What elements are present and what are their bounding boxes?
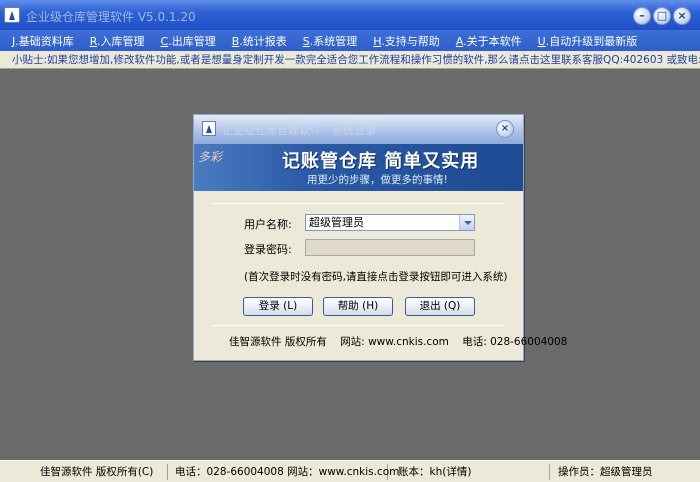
login-hint: (首次登录时没有密码,请直接点击登录按钮即可进入系统) [244, 271, 508, 283]
dialog-title: 企业级仓库管理软件 - 系统登录 [222, 124, 376, 137]
dialog-title-bar: 企业级仓库管理软件 - 系统登录 × [194, 115, 523, 144]
banner-subtitle: 用更少的步骤，做更多的事情! [307, 174, 448, 186]
help-button[interactable]: 帮助 (H) [323, 297, 393, 316]
divider-bottom [211, 325, 504, 326]
login-dialog: 企业级仓库管理软件 - 系统登录 × 多彩 记账管仓库 简单又实用 用更少的步骤… [193, 114, 567, 361]
status-bar: 佳智源软件 版权所有(C) 电话：028-66004008 网站：www.cnk… [0, 460, 700, 482]
menu-about[interactable]: A.关于本软件 [456, 33, 522, 49]
minimize-button[interactable]: – [633, 7, 651, 25]
footer-phone: 电话: 028-66004008 [462, 336, 568, 348]
banner-logo: 多彩 [198, 150, 223, 164]
status-account[interactable]: 账本：kh(详情) [390, 464, 550, 480]
app-icon [4, 7, 20, 23]
menu-basic-data[interactable]: J.基础资料库 [12, 33, 74, 49]
username-value: 超级管理员 [309, 216, 364, 229]
menu-stock-out[interactable]: C.出库管理 [161, 33, 216, 49]
password-label: 登录密码: [244, 243, 292, 256]
status-contact: 电话：028-66004008 网站：www.cnkis.com [170, 464, 399, 480]
menu-help[interactable]: H.支持与帮助 [373, 33, 440, 49]
password-input[interactable] [305, 239, 475, 256]
username-label: 用户名称: [244, 218, 292, 231]
menu-upgrade[interactable]: U.自动升级到最新版 [538, 33, 638, 49]
chevron-down-icon[interactable] [459, 215, 474, 230]
menu-reports[interactable]: B.统计报表 [232, 33, 287, 49]
status-copyright: 佳智源软件 版权所有(C) [0, 464, 168, 480]
close-button[interactable]: × [673, 7, 691, 25]
dialog-footer: 佳智源软件 版权所有 网站: www.cnkis.com 电话: 028-660… [229, 334, 577, 349]
footer-website: 网站: www.cnkis.com [340, 336, 449, 348]
dialog-app-icon [202, 121, 216, 136]
dialog-banner: 多彩 记账管仓库 简单又实用 用更少的步骤，做更多的事情! [194, 144, 523, 191]
divider-top [211, 203, 504, 204]
login-button[interactable]: 登录 (L) [243, 297, 313, 316]
menu-system[interactable]: S.系统管理 [303, 33, 357, 49]
tip-bar[interactable]: 小贴士:如果您想增加,修改软件功能,或者是想量身定制开发一款完全适合您工作流程和… [0, 51, 700, 69]
window-title: 企业级仓库管理软件 V5.0.1.20 [26, 10, 196, 24]
maximize-button[interactable]: □ [653, 7, 671, 25]
username-select[interactable]: 超级管理员 [305, 214, 475, 231]
menu-bar: J.基础资料库 R.入库管理 C.出库管理 B.统计报表 S.系统管理 H.支持… [0, 30, 700, 51]
menu-stock-in[interactable]: R.入库管理 [90, 33, 145, 49]
footer-company: 佳智源软件 版权所有 [229, 336, 327, 348]
title-bar: 企业级仓库管理软件 V5.0.1.20 – □ × [0, 0, 700, 30]
exit-button[interactable]: 退出 (Q) [405, 297, 475, 316]
dialog-close-button[interactable]: × [496, 120, 514, 138]
status-operator: 操作员：超级管理员 [558, 466, 653, 478]
banner-slogan: 记账管仓库 简单又实用 [282, 151, 480, 172]
